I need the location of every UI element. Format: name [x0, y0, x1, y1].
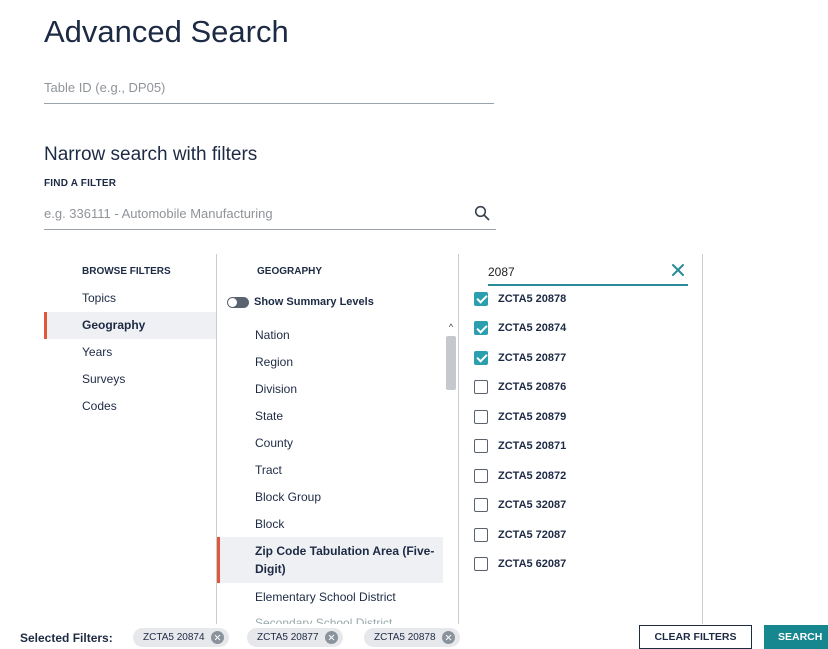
checkbox-checked-icon[interactable] [474, 350, 488, 365]
result-list: ZCTA5 20878 ZCTA5 20874 ZCTA5 20877 ZCTA… [474, 284, 694, 579]
checkbox-icon[interactable] [474, 439, 488, 454]
result-item[interactable]: ZCTA5 32087 [474, 491, 694, 521]
result-label: ZCTA5 72087 [498, 528, 567, 541]
result-item[interactable]: ZCTA5 20871 [474, 432, 694, 462]
browse-item-topics[interactable]: Topics [44, 285, 216, 312]
selected-filters-bar: Selected Filters: ZCTA5 20874 ZCTA5 2087… [0, 624, 828, 649]
browse-item-years[interactable]: Years [44, 339, 216, 366]
checkbox-icon[interactable] [474, 527, 488, 542]
browse-item-geography[interactable]: Geography [44, 312, 216, 339]
page-title: Advanced Search [44, 14, 289, 49]
result-label: ZCTA5 20871 [498, 440, 567, 453]
checkbox-icon[interactable] [474, 557, 488, 572]
filter-chip[interactable]: ZCTA5 20878 [364, 628, 460, 647]
browse-item-surveys[interactable]: Surveys [44, 366, 216, 393]
filter-chip[interactable]: ZCTA5 20874 [133, 628, 229, 647]
remove-chip-icon[interactable] [441, 631, 455, 644]
geo-item-secondary-school-district[interactable]: Secondary School District [217, 610, 443, 624]
checkbox-checked-icon[interactable] [474, 291, 488, 306]
filter-chip-label: ZCTA5 20877 [257, 632, 319, 643]
result-label: ZCTA5 20878 [498, 292, 567, 305]
table-id-field[interactable] [44, 72, 494, 104]
filter-search-input[interactable] [44, 198, 464, 229]
geo-item-block[interactable]: Block [217, 510, 443, 537]
result-label: ZCTA5 32087 [498, 499, 567, 512]
result-label: ZCTA5 62087 [498, 558, 567, 571]
geography-list: Nation Region Division State County Trac… [217, 321, 443, 624]
result-label: ZCTA5 20876 [498, 381, 567, 394]
geo-item-block-group[interactable]: Block Group [217, 483, 443, 510]
geo-item-division[interactable]: Division [217, 375, 443, 402]
geo-item-state[interactable]: State [217, 402, 443, 429]
browse-filters-list: Topics Geography Years Surveys Codes [44, 285, 216, 420]
result-label: ZCTA5 20872 [498, 469, 567, 482]
checkbox-icon[interactable] [474, 409, 488, 424]
clear-search-icon[interactable] [670, 262, 686, 278]
browse-filters-panel: BROWSE FILTERS Topics Geography Years Su… [44, 254, 216, 624]
result-label: ZCTA5 20874 [498, 322, 567, 335]
browse-filters-heading: BROWSE FILTERS [82, 266, 171, 277]
checkbox-icon[interactable] [474, 380, 488, 395]
result-search-field[interactable] [488, 260, 688, 286]
filter-search-field[interactable] [44, 198, 496, 230]
geo-item-tract[interactable]: Tract [217, 456, 443, 483]
result-item[interactable]: ZCTA5 20874 [474, 314, 694, 344]
filter-chip[interactable]: ZCTA5 20877 [247, 628, 343, 647]
column-divider [458, 254, 459, 624]
clear-filters-button[interactable]: CLEAR FILTERS [639, 625, 752, 649]
table-id-input[interactable] [44, 72, 494, 103]
results-panel: ZCTA5 20878 ZCTA5 20874 ZCTA5 20877 ZCTA… [460, 254, 702, 624]
column-divider [702, 254, 703, 624]
scrollbar-thumb[interactable] [446, 336, 456, 390]
geo-item-elementary-school-district[interactable]: Elementary School District [217, 583, 443, 610]
filters-section-title: Narrow search with filters [44, 144, 258, 165]
remove-chip-icon[interactable] [324, 631, 338, 644]
geography-scrollbar[interactable]: ^ [445, 322, 457, 622]
result-item[interactable]: ZCTA5 72087 [474, 520, 694, 550]
geo-item-region[interactable]: Region [217, 348, 443, 375]
search-button[interactable]: SEARCH [764, 625, 828, 649]
browse-item-codes[interactable]: Codes [44, 393, 216, 420]
result-item[interactable]: ZCTA5 20877 [474, 343, 694, 373]
search-icon[interactable] [474, 205, 490, 221]
checkbox-checked-icon[interactable] [474, 321, 488, 336]
filter-chip-label: ZCTA5 20874 [143, 632, 205, 643]
result-item[interactable]: ZCTA5 20872 [474, 461, 694, 491]
result-item[interactable]: ZCTA5 62087 [474, 550, 694, 580]
result-label: ZCTA5 20879 [498, 410, 567, 423]
remove-chip-icon[interactable] [210, 631, 224, 644]
geography-heading: GEOGRAPHY [257, 266, 323, 277]
result-item[interactable]: ZCTA5 20876 [474, 373, 694, 403]
geo-item-county[interactable]: County [217, 429, 443, 456]
result-item[interactable]: ZCTA5 20878 [474, 284, 694, 314]
find-filter-label: FIND A FILTER [44, 178, 117, 189]
geo-item-zcta[interactable]: Zip Code Tabulation Area (Five-Digit) [217, 537, 443, 583]
scroll-up-icon[interactable]: ^ [446, 322, 456, 332]
result-item[interactable]: ZCTA5 20879 [474, 402, 694, 432]
filter-chip-label: ZCTA5 20878 [374, 632, 436, 643]
selected-filters-label: Selected Filters: [20, 631, 113, 645]
result-label: ZCTA5 20877 [498, 351, 567, 364]
summary-levels-label: Show Summary Levels [254, 296, 374, 308]
result-search-input[interactable] [488, 260, 658, 284]
checkbox-icon[interactable] [474, 498, 488, 513]
geography-panel: GEOGRAPHY Show Summary Levels Nation Reg… [217, 254, 457, 624]
summary-levels-toggle[interactable] [227, 296, 249, 308]
geo-item-nation[interactable]: Nation [217, 321, 443, 348]
checkbox-icon[interactable] [474, 468, 488, 483]
summary-levels-toggle-row[interactable]: Show Summary Levels [227, 294, 374, 310]
